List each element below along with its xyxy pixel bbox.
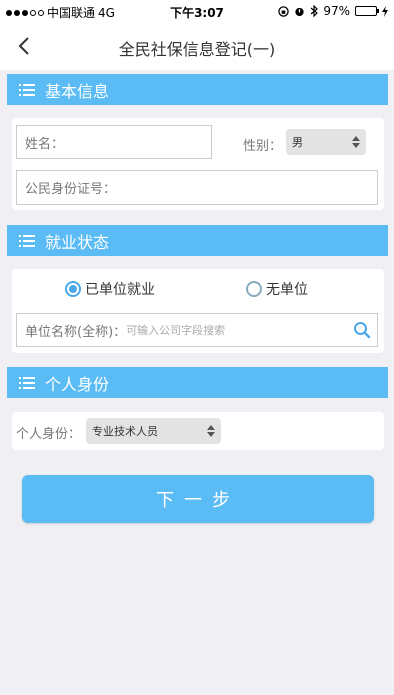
section-header-basic-info: 基本信息 [7, 74, 388, 105]
list-icon [19, 83, 35, 96]
radio-unemployed-label: 无单位 [266, 282, 308, 298]
section-title: 个人身份 [45, 374, 110, 394]
gender-select[interactable]: 男 [286, 129, 366, 155]
bluetooth-icon [310, 5, 319, 17]
radio-selected-icon [65, 281, 81, 297]
name-label: 姓名： [25, 136, 65, 152]
gender-label: 性别： [243, 139, 283, 154]
identity-value: 专业技术人员 [92, 425, 158, 438]
employment-card: 已单位就业 无单位 单位名称(全称)： [12, 269, 384, 353]
radio-employed[interactable]: 已单位就业 [65, 279, 155, 299]
search-button[interactable] [347, 321, 377, 339]
basic-info-card: 姓名： 性别： 男 公民身份证号： [12, 118, 384, 210]
identity-card: 个人身份： 专业技术人员 [12, 412, 384, 450]
employer-name-field[interactable]: 单位名称(全称)： [16, 313, 378, 347]
name-input[interactable] [64, 135, 211, 149]
battery-icon [355, 6, 379, 16]
employer-name-input[interactable] [126, 323, 347, 337]
identity-label: 个人身份： [16, 427, 82, 442]
select-arrows-icon [207, 425, 215, 437]
nav-bar: 全民社保信息登记(一) [0, 22, 394, 70]
list-icon [19, 376, 35, 389]
next-step-button[interactable]: 下一步 [22, 475, 374, 523]
status-bar: 中国联通 4G 下午3:07 97% [0, 0, 394, 22]
section-header-identity: 个人身份 [7, 367, 388, 398]
id-number-label: 公民身份证号： [25, 182, 117, 197]
section-title: 就业状态 [45, 232, 110, 252]
radio-unselected-icon [246, 281, 262, 297]
gender-value: 男 [292, 136, 303, 149]
section-header-employment: 就业状态 [7, 225, 388, 256]
page-title: 全民社保信息登记(一) [118, 40, 276, 59]
section-title: 基本信息 [45, 81, 110, 101]
name-field[interactable]: 姓名： [16, 125, 212, 159]
charging-icon [382, 5, 388, 17]
radio-unemployed[interactable]: 无单位 [246, 279, 308, 299]
radio-employed-label: 已单位就业 [85, 282, 155, 298]
alarm-icon [295, 7, 304, 16]
status-right: 97% [278, 4, 388, 18]
employer-name-label: 单位名称(全称)： [25, 324, 127, 340]
id-number-input[interactable] [116, 181, 377, 194]
select-arrows-icon [352, 136, 360, 148]
rotation-lock-icon [278, 5, 290, 17]
battery-percent: 97% [323, 4, 350, 18]
id-number-field[interactable]: 公民身份证号： [16, 170, 378, 205]
list-icon [19, 234, 35, 247]
identity-select[interactable]: 专业技术人员 [86, 418, 221, 444]
search-icon [354, 322, 371, 339]
